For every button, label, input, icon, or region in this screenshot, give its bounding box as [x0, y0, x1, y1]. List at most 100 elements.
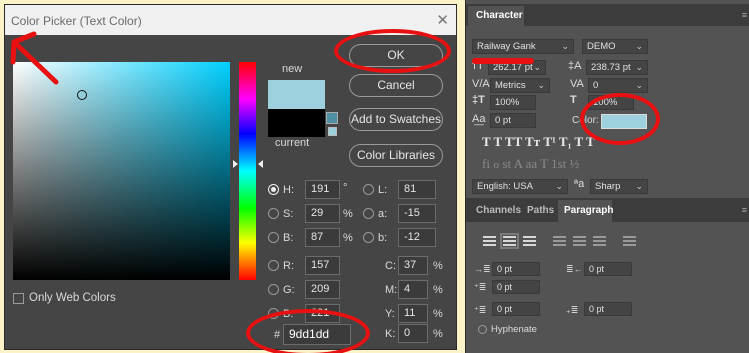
radio-l[interactable] — [363, 184, 374, 195]
baseline-shift-icon: A͟a — [472, 113, 486, 125]
vertical-scale-field[interactable]: 100% — [490, 95, 536, 110]
radio-a[interactable] — [363, 208, 374, 219]
b-label: B: — [283, 232, 294, 244]
only-web-colors-label: Only Web Colors — [29, 292, 116, 304]
h-label: H: — [283, 184, 294, 196]
justify-last-left-icon[interactable] — [553, 236, 566, 246]
s-input[interactable]: 29 — [305, 204, 340, 223]
radio-b[interactable] — [268, 232, 279, 243]
current-color-swatch[interactable] — [268, 109, 325, 137]
c-unit: % — [433, 260, 443, 272]
l-input[interactable]: 81 — [398, 180, 436, 199]
font-family-dropdown[interactable]: Railway Gank ⌄ — [472, 39, 574, 54]
y-input[interactable]: 11 — [398, 304, 428, 323]
leading-field[interactable]: 238.73 pt ⌄ — [586, 60, 648, 75]
new-color-label: new — [282, 63, 303, 75]
web-safe-cube-icon[interactable] — [326, 112, 338, 124]
kerning-icon: V/A — [472, 78, 490, 90]
current-color-label: current — [275, 137, 310, 149]
justify-all-icon[interactable] — [623, 236, 636, 246]
dialog-title: Color Picker (Text Color) — [11, 14, 142, 28]
tab-channels[interactable]: Channels — [476, 205, 521, 216]
color-field[interactable] — [13, 62, 230, 280]
chevron-down-icon: ⌄ — [635, 181, 643, 191]
k-unit: % — [433, 328, 443, 340]
indent-left-field[interactable]: 0 pt — [492, 262, 540, 276]
panel-menu-icon[interactable]: ≡ — [742, 10, 747, 20]
align-center-icon[interactable] — [500, 233, 519, 249]
antialias-dropdown[interactable]: Sharp ⌄ — [590, 179, 648, 194]
chevron-down-icon: ⌄ — [533, 62, 541, 72]
color-field-marker[interactable] — [77, 90, 87, 100]
tab-character[interactable]: Character — [476, 10, 523, 21]
b-input[interactable]: 87 — [305, 228, 340, 247]
g-input[interactable]: 209 — [305, 280, 340, 299]
paragraph-menu-icon[interactable]: ≡ — [742, 205, 747, 215]
justify-last-right-icon[interactable] — [593, 236, 606, 246]
chevron-down-icon: ⌄ — [635, 62, 643, 72]
baseline-shift-field[interactable]: 0 pt — [490, 113, 536, 128]
radio-h[interactable] — [268, 184, 279, 195]
m-label: M: — [385, 284, 398, 296]
space-after-field[interactable]: 0 pt — [584, 302, 632, 316]
h-input[interactable]: 191 — [305, 180, 340, 199]
c-label: C: — [385, 260, 396, 272]
hue-slider-handle-right-icon[interactable] — [258, 160, 263, 168]
align-right-icon[interactable] — [523, 236, 536, 246]
radio-lab-b[interactable] — [363, 232, 374, 243]
radio-s[interactable] — [268, 208, 279, 219]
radio-r[interactable] — [268, 260, 279, 271]
hyphenate-label: Hyphenate — [491, 324, 537, 335]
chevron-down-icon: ⌄ — [561, 41, 569, 51]
language-dropdown[interactable]: English: USA ⌄ — [472, 179, 568, 194]
a-label: a: — [378, 208, 388, 220]
space-before-field[interactable]: 0 pt — [492, 302, 540, 316]
r-label: R: — [283, 260, 294, 272]
indent-right-field[interactable]: 0 pt — [584, 262, 632, 276]
text-style-buttons[interactable]: T T TT Tт T¹ T₁ T T — [482, 134, 595, 150]
annotation-circle-color — [580, 93, 660, 145]
web-safe-swatch[interactable] — [328, 127, 337, 136]
leading-icon: ‡A — [568, 60, 582, 72]
chevron-down-icon: ⌄ — [537, 80, 545, 90]
k-input[interactable]: 0 — [398, 324, 428, 343]
first-line-indent-icon: ⁺≣ — [474, 282, 487, 292]
hyphenate-checkbox[interactable] — [478, 325, 487, 334]
hue-slider-handle-left-icon[interactable] — [233, 160, 238, 168]
s-unit: % — [343, 208, 353, 220]
only-web-colors-checkbox[interactable] — [13, 293, 24, 304]
align-left-icon[interactable] — [483, 236, 496, 246]
kerning-dropdown[interactable]: Metrics ⌄ — [490, 78, 550, 93]
opentype-buttons[interactable]: fi ℴ st A aa T 1st ½ — [482, 156, 579, 172]
font-style-dropdown[interactable]: DEMO ⌄ — [582, 39, 648, 54]
tab-paths[interactable]: Paths — [527, 205, 554, 216]
cancel-button[interactable]: Cancel — [349, 74, 443, 97]
annotation-circle-hex — [246, 309, 370, 353]
g-label: G: — [283, 284, 295, 296]
first-line-indent-field[interactable]: 0 pt — [492, 280, 540, 294]
hue-slider[interactable] — [239, 62, 256, 280]
add-to-swatches-button[interactable]: Add to Swatches — [349, 108, 443, 131]
color-libraries-button[interactable]: Color Libraries — [349, 144, 443, 167]
s-label: S: — [283, 208, 294, 220]
justify-last-center-icon[interactable] — [573, 236, 586, 246]
c-input[interactable]: 37 — [398, 256, 428, 275]
lab-b-input[interactable]: -12 — [398, 228, 436, 247]
m-unit: % — [433, 284, 443, 296]
close-icon[interactable]: ✕ — [436, 11, 449, 29]
vertical-scale-icon: ‡T — [472, 94, 485, 106]
y-label: Y: — [385, 308, 395, 320]
a-input[interactable]: -15 — [398, 204, 436, 223]
indent-left-icon: →≣ — [474, 264, 491, 274]
space-after-icon: ₊≣ — [566, 305, 579, 315]
m-input[interactable]: 4 — [398, 280, 428, 299]
tab-paragraph[interactable]: Paragraph — [564, 205, 613, 216]
r-input[interactable]: 157 — [305, 256, 340, 275]
tracking-dropdown[interactable]: 0 ⌄ — [588, 78, 648, 93]
chevron-down-icon: ⌄ — [555, 181, 563, 191]
radio-g[interactable] — [268, 284, 279, 295]
chevron-down-icon: ⌄ — [635, 80, 643, 90]
paragraph-panel-header: Channels Paths Paragraph ≡ — [466, 198, 749, 222]
tracking-icon: VA — [570, 78, 584, 90]
k-label: K: — [385, 328, 396, 340]
